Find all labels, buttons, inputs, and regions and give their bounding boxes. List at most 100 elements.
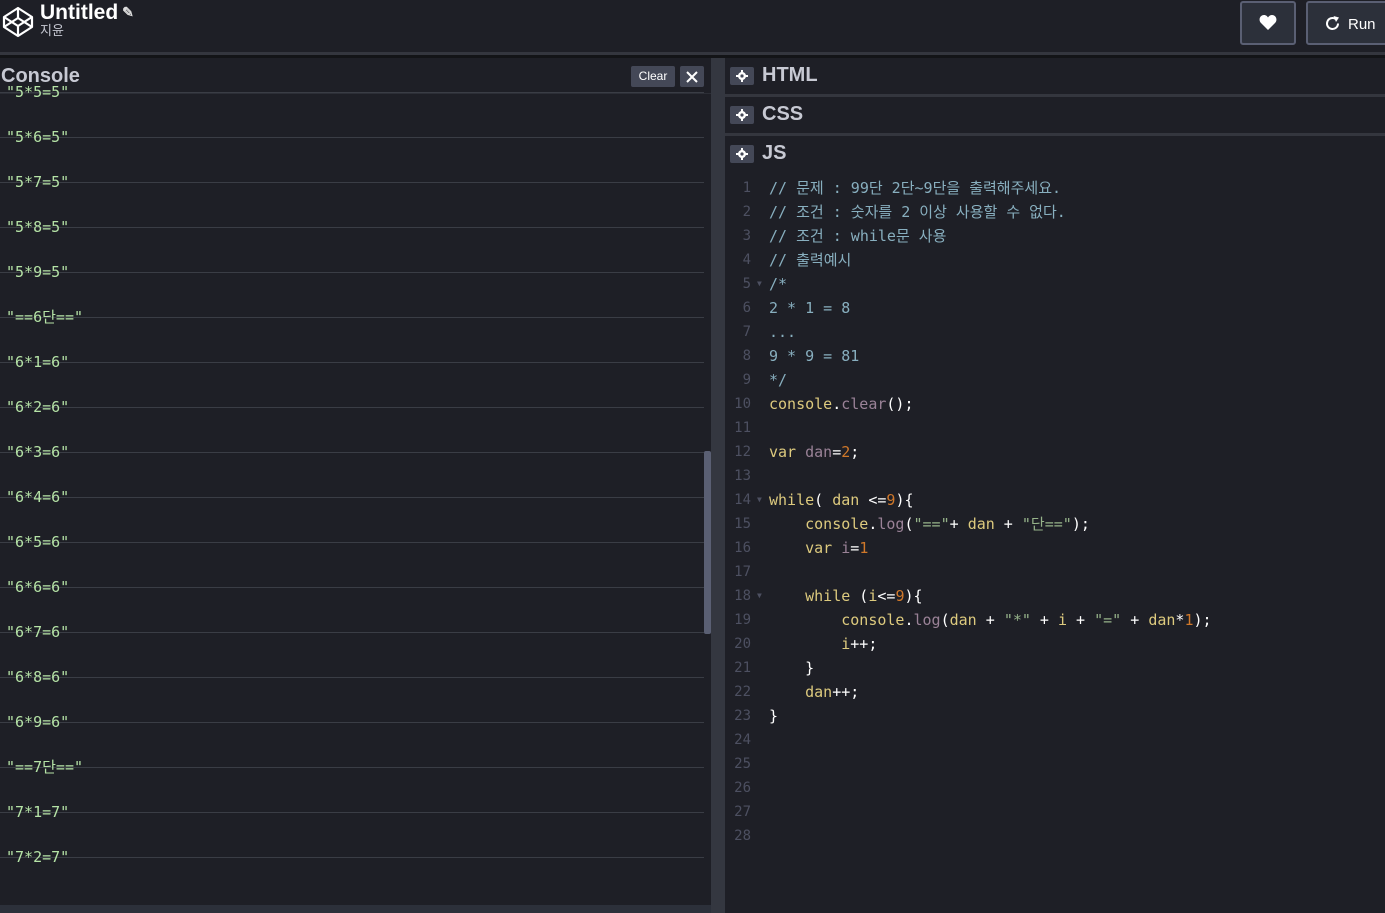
code-token: .: [832, 395, 842, 413]
line-number: 19: [734, 612, 751, 628]
html-settings-button[interactable]: [730, 67, 754, 85]
code-line[interactable]: 13: [725, 464, 1385, 488]
code-line[interactable]: 11: [725, 416, 1385, 440]
gear-icon: [736, 148, 748, 160]
css-settings-button[interactable]: [730, 106, 754, 124]
code-token: );: [1071, 515, 1090, 533]
author-name[interactable]: 지윤: [40, 25, 134, 39]
code-token: .: [904, 611, 914, 629]
console-log-text: "7*2=7": [6, 848, 70, 866]
code-line[interactable]: 3 // 조건 : while문 사용: [725, 224, 1385, 248]
line-number: 27: [734, 804, 751, 820]
code-token: dan: [1148, 611, 1176, 629]
code-token: ...: [769, 323, 797, 341]
code-line[interactable]: 2 // 조건 : 숫자를 2 이상 사용할 수 없다.: [725, 200, 1385, 224]
code-text: console.log("=="+ dan + "단==");: [769, 512, 1090, 536]
like-button[interactable]: [1240, 1, 1296, 45]
console-log-row: "5*9=5": [0, 228, 704, 281]
code-line[interactable]: 25: [725, 752, 1385, 776]
line-number: 7: [742, 324, 751, 340]
code-line[interactable]: 15 console.log("=="+ dan + "단==");: [725, 512, 1385, 536]
code-line[interactable]: 23}: [725, 704, 1385, 728]
code-line[interactable]: 7...: [725, 320, 1385, 344]
code-line[interactable]: 1 // 문제 : 99단 2단~9단을 출력해주세요.: [725, 176, 1385, 200]
html-editor-header[interactable]: HTML: [725, 58, 1385, 94]
code-token: }: [769, 659, 815, 677]
code-token: "=": [1094, 611, 1122, 629]
console-scrollbar-thumb[interactable]: [704, 451, 711, 634]
code-text: dan++;: [769, 680, 859, 704]
code-token: ++;: [832, 683, 860, 701]
codepen-logo-icon[interactable]: [2, 6, 34, 38]
code-token: clear: [841, 395, 887, 413]
line-number: 16: [734, 540, 751, 556]
js-editor-header[interactable]: JS: [725, 136, 1385, 172]
code-text: */: [769, 368, 787, 392]
code-line[interactable]: 8 9 * 9 = 81: [725, 344, 1385, 368]
code-line[interactable]: 19 console.log(dan + "*" + i + "=" + dan…: [725, 608, 1385, 632]
code-token: +: [1030, 611, 1058, 629]
code-token: ){: [904, 587, 923, 605]
pen-title[interactable]: Untitled ✎: [40, 0, 134, 25]
fold-arrow-icon[interactable]: ▼: [757, 584, 762, 608]
code-text: // 출력예시: [769, 248, 851, 272]
code-token: var: [769, 443, 806, 461]
code-token: 2 * 1 = 8: [769, 299, 851, 317]
css-editor-label: CSS: [762, 103, 804, 125]
line-number: 9: [742, 372, 751, 388]
code-token: console: [769, 395, 833, 413]
code-line[interactable]: 12 var dan=2;: [725, 440, 1385, 464]
console-bottom-bar: [0, 905, 711, 913]
pane-resize-divider[interactable]: [711, 58, 725, 913]
code-line[interactable]: 5 ▼ /*: [725, 272, 1385, 296]
code-token: (: [850, 587, 869, 605]
code-line[interactable]: 16 var i=1: [725, 536, 1385, 560]
line-number: 28: [734, 828, 751, 844]
code-line[interactable]: 22 dan++;: [725, 680, 1385, 704]
code-line[interactable]: 17: [725, 560, 1385, 584]
code-line[interactable]: 10 console.clear();: [725, 392, 1385, 416]
code-text: while( dan <=9){: [769, 488, 914, 512]
html-editor-label: HTML: [762, 64, 818, 86]
run-button[interactable]: Run: [1306, 1, 1385, 45]
code-token: console: [805, 515, 869, 533]
line-number: 21: [734, 660, 751, 676]
code-text: var i=1: [769, 536, 868, 560]
code-text: console.log(dan + "*" + i + "=" + dan*1)…: [769, 608, 1212, 632]
pen-title-text[interactable]: Untitled: [40, 1, 118, 24]
code-line[interactable]: 6 2 * 1 = 8: [725, 296, 1385, 320]
code-line[interactable]: 26: [725, 776, 1385, 800]
code-line[interactable]: 27: [725, 800, 1385, 824]
fold-arrow-icon[interactable]: ▼: [757, 488, 762, 512]
console-log-row: "5*6=5": [0, 93, 704, 146]
css-editor-header[interactable]: CSS: [725, 97, 1385, 133]
code-line[interactable]: 14 ▼ while( dan <=9){: [725, 488, 1385, 512]
code-line[interactable]: 24: [725, 728, 1385, 752]
code-line[interactable]: 18 ▼ while (i<=9){: [725, 584, 1385, 608]
console-log-row: "7*1=7": [0, 768, 704, 821]
code-token: +: [949, 515, 968, 533]
code-token: dan: [805, 443, 833, 461]
top-header: Untitled ✎ 지윤 Run: [0, 0, 1385, 55]
code-line[interactable]: 9 */: [725, 368, 1385, 392]
code-line[interactable]: 21 }: [725, 656, 1385, 680]
code-token: log: [877, 515, 905, 533]
code-token: (: [814, 491, 833, 509]
code-token: i: [1058, 611, 1068, 629]
code-text: 9 * 9 = 81: [769, 344, 859, 368]
js-settings-button[interactable]: [730, 145, 754, 163]
js-code-editor[interactable]: 1 // 문제 : 99단 2단~9단을 출력해주세요. 2 // 조건 : 숫자를 …: [725, 176, 1385, 848]
edit-pencil-icon[interactable]: ✎: [122, 0, 134, 25]
code-line[interactable]: 28: [725, 824, 1385, 848]
code-line[interactable]: 4 // 출력예시: [725, 248, 1385, 272]
line-number: 17: [734, 564, 751, 580]
code-token: );: [1193, 611, 1212, 629]
code-token: +: [1067, 611, 1095, 629]
code-token: 1: [859, 539, 869, 557]
code-line[interactable]: 20 i++;: [725, 632, 1385, 656]
fold-arrow-icon[interactable]: ▼: [757, 272, 762, 296]
pen-title-area: Untitled ✎ 지윤: [40, 0, 134, 39]
